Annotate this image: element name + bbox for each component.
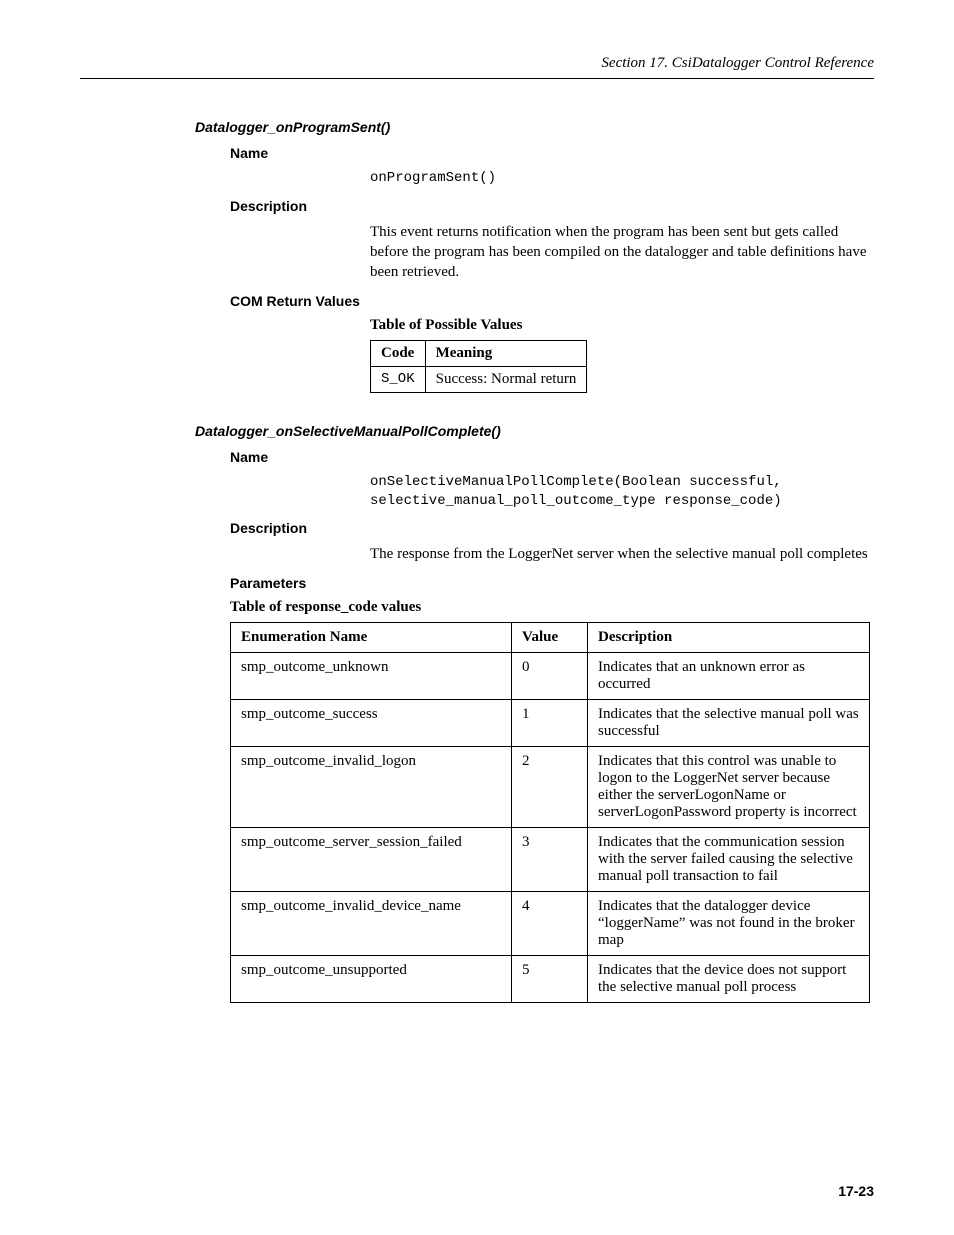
cell-value: 3 [512, 827, 588, 891]
table-possible-values: Code Meaning S_OK Success: Normal return [370, 340, 587, 393]
cell-value: 5 [512, 955, 588, 1002]
cell-code: S_OK [371, 366, 426, 392]
th-enumeration-name: Enumeration Name [231, 622, 512, 652]
cell-meaning: Success: Normal return [425, 366, 587, 392]
table-header-row: Code Meaning [371, 340, 587, 366]
th-code: Code [371, 340, 426, 366]
code-name-onselectivemanualpoll: onSelectiveManualPollComplete(Boolean su… [370, 473, 874, 511]
cell-desc: Indicates that the device does not suppo… [588, 955, 870, 1002]
cell-desc: Indicates that the communication session… [588, 827, 870, 891]
cell-enum: smp_outcome_server_session_failed [231, 827, 512, 891]
section-title-onselectivemanualpoll: Datalogger_onSelectiveManualPollComplete… [195, 423, 874, 439]
table-row: smp_outcome_invalid_device_name 4 Indica… [231, 891, 870, 955]
table-row: smp_outcome_server_session_failed 3 Indi… [231, 827, 870, 891]
cell-value: 1 [512, 699, 588, 746]
label-description: Description [230, 520, 874, 536]
section-title-onprogramsent: Datalogger_onProgramSent() [195, 119, 874, 135]
cell-value: 0 [512, 652, 588, 699]
cell-enum: smp_outcome_invalid_device_name [231, 891, 512, 955]
label-name: Name [230, 145, 874, 161]
description-text: The response from the LoggerNet server w… [370, 544, 870, 564]
cell-desc: Indicates that an unknown error as occur… [588, 652, 870, 699]
cell-value: 2 [512, 746, 588, 827]
code-name-onprogramsent: onProgramSent() [370, 169, 874, 188]
description-text: This event returns notification when the… [370, 222, 870, 283]
table-row: S_OK Success: Normal return [371, 366, 587, 392]
table-response-code: Enumeration Name Value Description smp_o… [230, 622, 870, 1003]
cell-value: 4 [512, 891, 588, 955]
th-value: Value [512, 622, 588, 652]
label-com-return-values: COM Return Values [230, 293, 874, 309]
th-description: Description [588, 622, 870, 652]
table-caption-possible-values: Table of Possible Values [370, 317, 874, 334]
cell-desc: Indicates that this control was unable t… [588, 746, 870, 827]
table-row: smp_outcome_success 1 Indicates that the… [231, 699, 870, 746]
page: Section 17. CsiDatalogger Control Refere… [0, 0, 954, 1235]
table-header-row: Enumeration Name Value Description [231, 622, 870, 652]
label-parameters: Parameters [230, 575, 874, 591]
cell-enum: smp_outcome_invalid_logon [231, 746, 512, 827]
label-name: Name [230, 449, 874, 465]
cell-enum: smp_outcome_unknown [231, 652, 512, 699]
label-description: Description [230, 198, 874, 214]
cell-enum: smp_outcome_success [231, 699, 512, 746]
page-number: 17-23 [838, 1183, 874, 1199]
table-row: smp_outcome_invalid_logon 2 Indicates th… [231, 746, 870, 827]
table-row: smp_outcome_unsupported 5 Indicates that… [231, 955, 870, 1002]
cell-desc: Indicates that the datalogger device “lo… [588, 891, 870, 955]
cell-desc: Indicates that the selective manual poll… [588, 699, 870, 746]
running-header: Section 17. CsiDatalogger Control Refere… [80, 55, 874, 79]
table-caption-response-code: Table of response_code values [230, 599, 874, 616]
table-row: smp_outcome_unknown 0 Indicates that an … [231, 652, 870, 699]
th-meaning: Meaning [425, 340, 587, 366]
cell-enum: smp_outcome_unsupported [231, 955, 512, 1002]
